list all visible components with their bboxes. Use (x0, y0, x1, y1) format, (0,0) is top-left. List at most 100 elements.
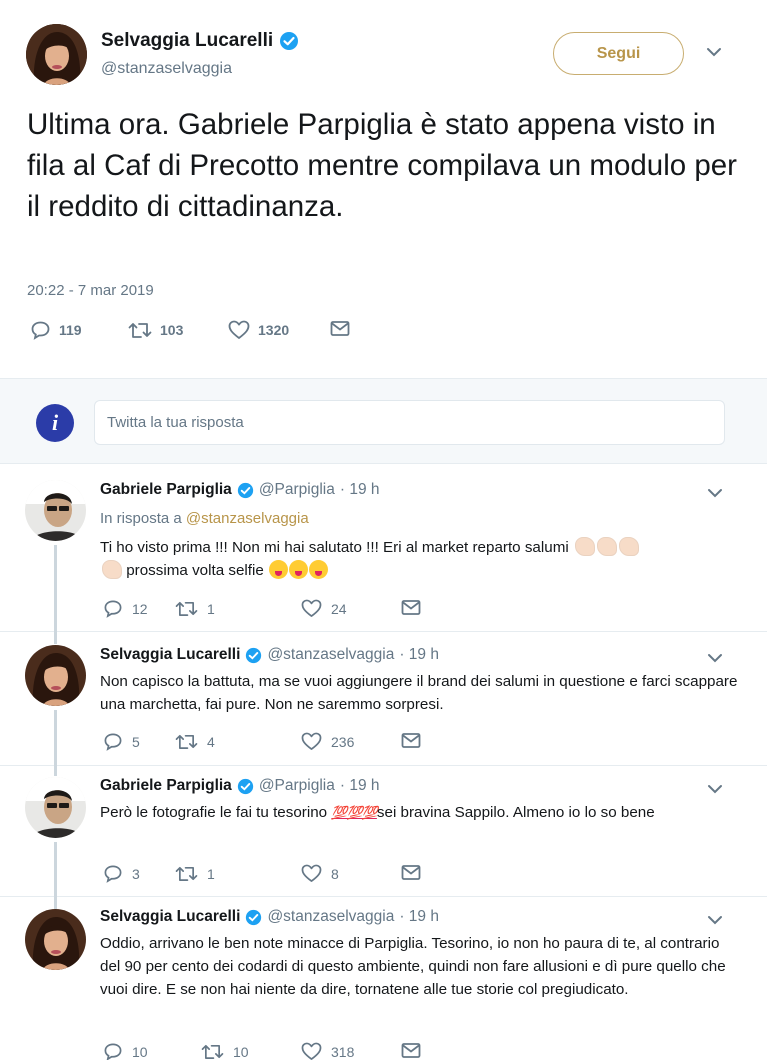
reply-action[interactable]: 5 (103, 732, 140, 751)
clapping-hands-icon (574, 537, 595, 556)
tweet-time[interactable]: · 19 h (399, 646, 439, 664)
author-handle[interactable]: @stanzaselvaggia (101, 60, 232, 78)
author-name[interactable]: Selvaggia Lucarelli (101, 30, 299, 52)
avatar[interactable] (26, 24, 87, 85)
avatar[interactable] (25, 909, 86, 970)
chevron-down-icon[interactable] (706, 487, 724, 499)
tweet-text: Non capisco la battuta, ma se vuoi aggiu… (100, 673, 738, 713)
reply-input[interactable]: Twitta la tua risposta (94, 400, 725, 445)
tweet-text-part: prossima volta selfie (126, 562, 264, 579)
retweet-icon (175, 864, 198, 883)
tweet-time[interactable]: · 19 h (399, 908, 439, 926)
reply-icon (103, 732, 123, 751)
reply-count: 12 (132, 600, 148, 617)
author-handle[interactable]: @Parpiglia (259, 481, 335, 499)
retweet-action[interactable]: 103 (128, 320, 183, 340)
avatar[interactable] (25, 777, 86, 838)
reply-header: Selvaggia Lucarelli @stanzaselvaggia · 1… (100, 646, 439, 664)
clapping-hands-icon (596, 537, 617, 556)
thread-line (54, 842, 57, 897)
retweet-icon (201, 1042, 224, 1060)
avatar[interactable] (25, 480, 86, 541)
like-action[interactable]: 318 (301, 1042, 354, 1060)
chevron-down-icon[interactable] (706, 652, 724, 664)
chevron-down-icon[interactable] (705, 46, 723, 58)
tweet-text-part: Ti ho visto prima !!! Non mi hai salutat… (100, 539, 569, 556)
tweet-time[interactable]: · 19 h (340, 481, 380, 499)
reply-tweet[interactable]: Gabriele Parpiglia @Parpiglia · 19 h Per… (0, 766, 767, 897)
author-handle[interactable]: @Parpiglia (259, 777, 335, 795)
tweet-actions: 10 10 318 (103, 1042, 443, 1060)
envelope-icon (401, 599, 421, 616)
verified-icon (237, 482, 254, 499)
thread-line (54, 632, 57, 644)
tongue-face-icon (269, 560, 289, 579)
avatar[interactable] (25, 645, 86, 706)
tweet-text: Però le fotografie le fai tu tesorino 💯💯… (100, 801, 740, 824)
reply-tweet[interactable]: Selvaggia Lucarelli @stanzaselvaggia · 1… (0, 897, 767, 1060)
reply-count: 119 (59, 322, 82, 338)
like-action[interactable]: 8 (301, 864, 339, 883)
reply-icon (103, 599, 123, 618)
heart-icon (301, 864, 322, 883)
envelope-icon (401, 864, 421, 881)
author-handle[interactable]: @stanzaselvaggia (267, 908, 394, 926)
retweet-icon (128, 320, 152, 340)
retweet-icon (175, 599, 198, 618)
author-name[interactable]: Gabriele Parpiglia (100, 481, 232, 499)
reply-count: 5 (132, 733, 140, 750)
reply-action[interactable]: 3 (103, 864, 140, 883)
retweet-count: 103 (160, 322, 184, 338)
like-count: 1320 (258, 322, 290, 338)
message-action[interactable] (401, 864, 421, 881)
reply-count: 3 (132, 865, 140, 882)
thread-line (54, 545, 57, 632)
reply-composer: i Twitta la tua risposta (0, 379, 767, 464)
verified-icon (245, 909, 262, 926)
author-name[interactable]: Selvaggia Lucarelli (100, 908, 240, 926)
chevron-down-icon[interactable] (706, 914, 724, 926)
follow-button[interactable]: Segui (553, 32, 684, 75)
author-name-text[interactable]: Selvaggia Lucarelli (101, 30, 273, 52)
retweet-action[interactable]: 10 (201, 1042, 249, 1060)
author-handle[interactable]: @stanzaselvaggia (267, 646, 394, 664)
thread-line (54, 897, 57, 909)
heart-icon (301, 732, 322, 751)
tongue-face-icon (309, 560, 329, 579)
like-count: 8 (331, 865, 339, 882)
message-action[interactable] (401, 599, 421, 616)
in-reply-handle-link[interactable]: @stanzaselvaggia (186, 510, 309, 527)
tweet-text-part: Però le fotografie le fai tu tesorino (100, 804, 328, 821)
author-name[interactable]: Selvaggia Lucarelli (100, 646, 240, 664)
heart-icon (301, 599, 322, 618)
reply-icon (30, 320, 51, 340)
chevron-down-icon[interactable] (706, 783, 724, 795)
retweet-action[interactable]: 1 (175, 599, 215, 618)
retweet-action[interactable]: 1 (175, 864, 215, 883)
retweet-action[interactable]: 4 (175, 732, 215, 751)
tweet-timestamp[interactable]: 20:22 - 7 mar 2019 (27, 282, 154, 299)
clapping-hands-icon (618, 537, 639, 556)
like-action[interactable]: 236 (301, 732, 354, 751)
reply-tweet[interactable]: Gabriele Parpiglia @Parpiglia · 19 h In … (0, 465, 767, 632)
reply-action[interactable]: 12 (103, 599, 148, 618)
reply-action[interactable]: 10 (103, 1042, 148, 1060)
author-name[interactable]: Gabriele Parpiglia (100, 777, 232, 795)
in-reply-label: In risposta a (100, 510, 182, 527)
reply-action[interactable]: 119 (30, 320, 82, 340)
reply-header: Gabriele Parpiglia @Parpiglia · 19 h (100, 481, 380, 499)
reply-count: 10 (132, 1043, 148, 1060)
tweet-actions: 5 4 236 (103, 732, 443, 754)
message-action[interactable] (401, 732, 421, 749)
tweet-actions: 119 103 1320 (30, 320, 390, 344)
message-action[interactable] (401, 1042, 421, 1059)
like-action[interactable]: 1320 (228, 320, 289, 340)
tweet-time[interactable]: · 19 h (340, 777, 380, 795)
message-action[interactable] (330, 320, 350, 337)
info-icon: i (36, 404, 74, 442)
tweet-text: Ultima ora. Gabriele Parpiglia è stato a… (27, 108, 737, 223)
reply-tweet[interactable]: Selvaggia Lucarelli @stanzaselvaggia · 1… (0, 632, 767, 766)
thread-line (54, 710, 57, 766)
like-action[interactable]: 24 (301, 599, 347, 618)
envelope-icon (330, 320, 350, 337)
